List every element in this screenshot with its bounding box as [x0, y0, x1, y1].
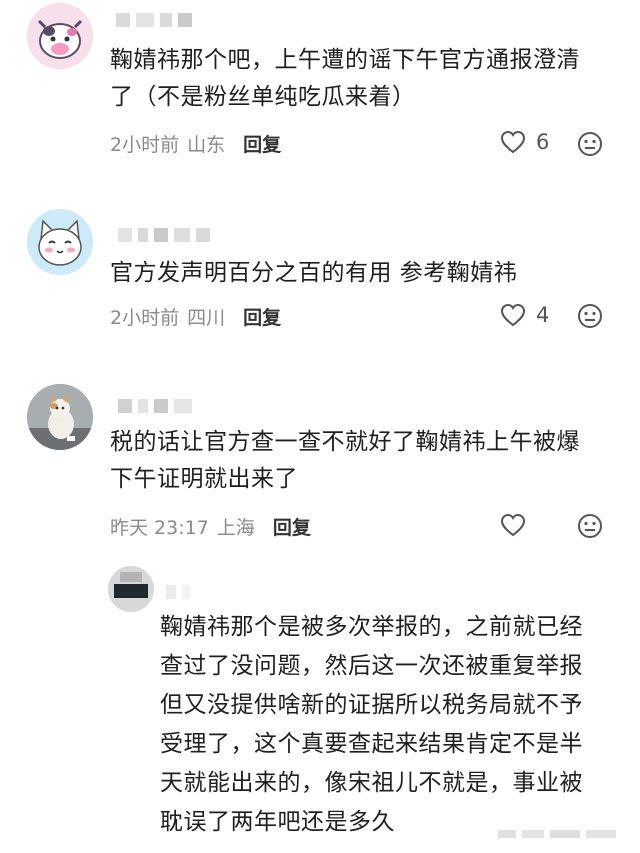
location: 上海 — [216, 517, 255, 539]
reply-text: 鞠婧祎那个是被多次举报的，之前就已经 查过了没问题，然后这一次还被重复举报 但又… — [160, 608, 620, 842]
like-button[interactable]: 4 — [500, 303, 549, 327]
comment-text-line: 税的话让官方查一查不就好了鞠婧祎上午被爆 — [110, 429, 580, 455]
comment-1: 鞠婧祎那个吧，上午遭的谣下午官方通报澄清 了（不是粉丝单纯吃瓜来着） 2小时前 … — [0, 0, 640, 175]
watermark — [498, 827, 618, 845]
username-blurred[interactable] — [116, 12, 198, 30]
reply-text-line: 鞠婧祎那个是被多次举报的，之前就已经 — [160, 614, 583, 640]
comment-text: 税的话让官方查一查不就好了鞠婧祎上午被爆 下午证明就出来了 — [110, 424, 635, 498]
cow-avatar-icon — [27, 3, 93, 69]
reply-text-line: 受理了，这个真要查起来结果肯定不是半 — [160, 731, 583, 757]
avatar[interactable] — [27, 209, 93, 275]
cat-avatar-icon — [27, 209, 93, 275]
heart-outline-icon — [500, 130, 526, 154]
reply-text-line: 查过了没问题，然后这一次还被重复举报 — [160, 653, 583, 679]
username-blurred[interactable] — [118, 398, 198, 416]
heart-outline-icon — [500, 303, 526, 327]
timestamp: 2小时前 — [110, 134, 180, 156]
comment-text: 鞠婧祎那个吧，上午遭的谣下午官方通报澄清 了（不是粉丝单纯吃瓜来着） — [110, 42, 630, 116]
reply-button[interactable]: 回复 — [243, 130, 281, 157]
avatar[interactable] — [27, 384, 93, 450]
like-count: 4 — [536, 303, 550, 327]
comment-2: 官方发声明百分之百的有用 参考鞠婧祎 2小时前 四川 回复 4 — [0, 205, 640, 345]
like-button[interactable]: 6 — [500, 130, 549, 154]
neutral-face-icon — [578, 514, 602, 538]
dislike-button[interactable] — [577, 303, 603, 333]
dislike-button[interactable] — [577, 513, 603, 543]
timestamp: 昨天 23:17 — [110, 517, 209, 539]
reply-text-line: 但又没提供啥新的证据所以税务局就不予 — [160, 692, 583, 718]
heart-outline-icon — [500, 513, 526, 537]
comment-text-line: 了（不是粉丝单纯吃瓜来着） — [110, 84, 416, 110]
timestamp: 2小时前 — [110, 307, 180, 329]
location: 山东 — [187, 134, 226, 156]
sub-reply: 鞠婧祎那个是被多次举报的，之前就已经 查过了没问题，然后这一次还被重复举报 但又… — [0, 560, 640, 853]
avatar[interactable] — [27, 3, 93, 69]
comment-meta: 2小时前 四川 回复 — [110, 303, 281, 330]
comment-text: 官方发声明百分之百的有用 参考鞠婧祎 — [110, 255, 630, 292]
like-count: 6 — [536, 130, 550, 154]
comment-meta: 2小时前 山东 回复 — [110, 130, 281, 157]
avatar[interactable] — [108, 566, 154, 612]
dislike-button[interactable] — [577, 131, 603, 161]
comment-text-line: 官方发声明百分之百的有用 参考鞠婧祎 — [110, 260, 518, 286]
username-blurred[interactable] — [166, 584, 196, 602]
neutral-face-icon — [578, 304, 602, 328]
reply-text-line: 天就能出来的，像宋祖儿不就是，事业被 — [160, 770, 583, 796]
location: 四川 — [187, 307, 226, 329]
comment-meta: 昨天 23:17 上海 回复 — [110, 513, 311, 540]
watermark-logo — [498, 830, 616, 838]
cat-photo-avatar-icon — [27, 384, 93, 450]
comment-3: 税的话让官方查一查不就好了鞠婧祎上午被爆 下午证明就出来了 昨天 23:17 上… — [0, 380, 640, 560]
reply-button[interactable]: 回复 — [243, 303, 281, 330]
username-blurred[interactable] — [118, 227, 216, 245]
like-button[interactable] — [500, 513, 536, 537]
comment-text-line: 鞠婧祎那个吧，上午遭的谣下午官方通报澄清 — [110, 47, 580, 73]
blurred-avatar-icon — [108, 566, 154, 612]
comment-text-line: 下午证明就出来了 — [110, 466, 298, 492]
neutral-face-icon — [578, 132, 602, 156]
reply-button[interactable]: 回复 — [273, 513, 311, 540]
